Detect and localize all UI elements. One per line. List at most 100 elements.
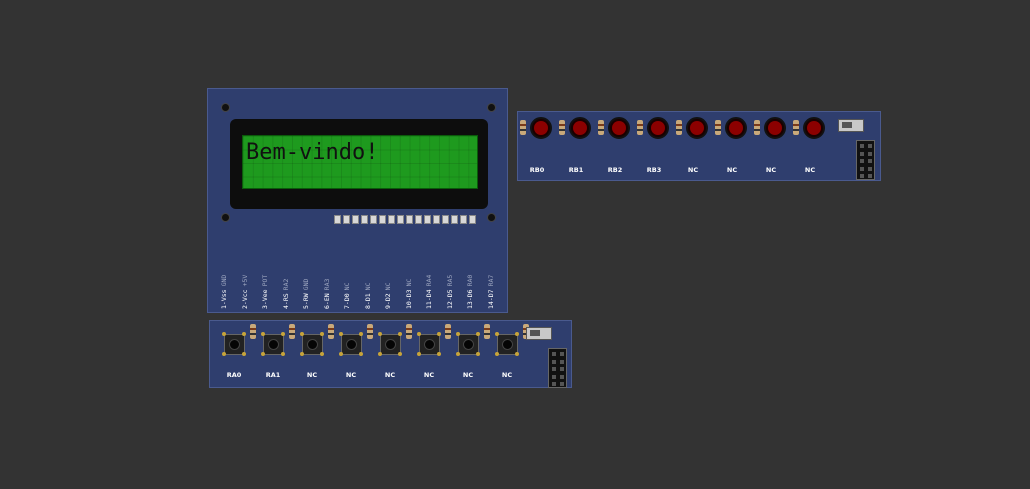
led-label: NC (804, 166, 816, 174)
button-board-header (548, 348, 567, 388)
pin-function: 9-D2 (384, 293, 392, 309)
mount-hole (221, 213, 230, 222)
push-button-2[interactable] (300, 332, 324, 356)
pin-function: 1-Vss (220, 289, 228, 309)
resistor (484, 324, 490, 339)
pin-function: 10-D3 (404, 289, 413, 309)
pin-function: 13-D6 (466, 289, 474, 309)
resistor (445, 324, 451, 339)
lcd-pin (415, 215, 422, 224)
button-label: RA1 (265, 371, 281, 379)
lcd-pin (397, 215, 404, 224)
led-5[interactable] (725, 117, 747, 139)
led-3[interactable] (647, 117, 669, 139)
push-button-5[interactable] (417, 332, 441, 356)
led-board-header (856, 140, 875, 180)
lcd-pin-label: 3-Vee POT (261, 275, 269, 309)
pin-function: 6-EN (322, 293, 331, 309)
push-button-3[interactable] (339, 332, 363, 356)
pin-connection: RA4 (425, 274, 433, 287)
button-label: NC (345, 371, 357, 379)
led-0[interactable] (530, 117, 552, 139)
lcd-pin-label: 10-D3 NC (405, 279, 413, 309)
resistor (367, 324, 373, 339)
button-label: NC (423, 371, 435, 379)
lcd-pin-label: 12-D5 RA5 (446, 275, 454, 309)
lcd-pin-label: 14-D7 RA7 (487, 275, 495, 309)
pin-function: 4-RS (281, 293, 290, 309)
pin-connection: RA5 (445, 274, 454, 287)
resistor (406, 324, 412, 339)
lcd-pin-label: 11-D4 RA4 (425, 275, 433, 309)
resistor (676, 120, 682, 135)
resistor (754, 120, 760, 135)
button-label: RA0 (226, 371, 242, 379)
lcd-pin (361, 215, 368, 224)
lcd-pin-label: 8-D1 NC (364, 283, 372, 309)
resistor (289, 324, 295, 339)
push-button-4[interactable] (378, 332, 402, 356)
pin-connection: RA3 (322, 278, 331, 291)
lcd-display-text: Bem-vindo! (246, 140, 379, 165)
push-button-6[interactable] (456, 332, 480, 356)
mount-hole (487, 213, 496, 222)
led-board[interactable]: RB0 RB1 RB2 RB3 NC NC NC NC (517, 111, 881, 181)
resistor (520, 120, 526, 135)
lcd-pin-label: 1-Vss GND (220, 275, 228, 309)
led-2[interactable] (608, 117, 630, 139)
button-board-switch[interactable] (526, 327, 552, 340)
lcd-pin-labels: 1-Vss GND 2-Vcc +5V 3-Vee POT 4-RS RA2 5-RW GND 6-… (214, 259, 504, 311)
lcd-pin-label: 13-D6 RA0 (466, 275, 474, 309)
lcd-pin-label: 5-RW GND (302, 279, 310, 309)
lcd-pin (406, 215, 413, 224)
lcd-pin-label: 4-RS RA2 (282, 279, 290, 309)
push-button-7[interactable] (495, 332, 519, 356)
lcd-pin-label: 7-D0 NC (343, 283, 351, 309)
led-label: RB1 (568, 166, 584, 174)
lcd-pin (334, 215, 341, 224)
led-1[interactable] (569, 117, 591, 139)
led-label: NC (687, 166, 699, 174)
resistor (793, 120, 799, 135)
lcd-pin (343, 215, 350, 224)
led-label: RB0 (529, 166, 545, 174)
led-7[interactable] (803, 117, 825, 139)
pin-function: 7-D0 (343, 293, 351, 309)
led-label: NC (765, 166, 777, 174)
push-button-0[interactable] (222, 332, 246, 356)
pin-connection: RA2 (281, 278, 290, 291)
lcd-pin (433, 215, 440, 224)
pin-connection: NC (343, 282, 351, 291)
button-label: NC (501, 371, 513, 379)
resistor (250, 324, 256, 339)
lcd-pin (460, 215, 467, 224)
lcd-pin (352, 215, 359, 224)
button-board[interactable]: RA0 RA1 NC NC NC NC NC NC (209, 320, 572, 388)
lcd-screen: Bem-vindo! (242, 135, 478, 189)
resistor (559, 120, 565, 135)
pin-connection: RA7 (486, 274, 495, 287)
pin-function: 2-Vcc (240, 289, 249, 309)
lcd-pin-label: 9-D2 NC (384, 283, 392, 309)
led-board-switch[interactable] (838, 119, 864, 132)
lcd-pin (424, 215, 431, 224)
pin-function: 11-D4 (425, 289, 433, 309)
lcd-pin (388, 215, 395, 224)
pin-connection: POT (261, 274, 269, 287)
pin-connection: GND (302, 278, 310, 291)
pin-connection: +5V (240, 274, 249, 287)
push-button-1[interactable] (261, 332, 285, 356)
button-label: NC (384, 371, 396, 379)
lcd-pin (379, 215, 386, 224)
lcd-board[interactable]: Bem-vindo! 1-Vss GND 2-Vcc +5V 3-Vee POT 4-RS R… (207, 88, 508, 313)
led-label: NC (726, 166, 738, 174)
button-label: NC (306, 371, 318, 379)
pin-connection: RA0 (466, 274, 474, 287)
pin-function: 5-RW (302, 293, 310, 309)
led-6[interactable] (764, 117, 786, 139)
mount-hole (487, 103, 496, 112)
lcd-pin-label: 2-Vcc +5V (241, 275, 249, 309)
pin-function: 3-Vee (261, 289, 269, 309)
lcd-pin-label: 6-EN RA3 (323, 279, 331, 309)
led-4[interactable] (686, 117, 708, 139)
